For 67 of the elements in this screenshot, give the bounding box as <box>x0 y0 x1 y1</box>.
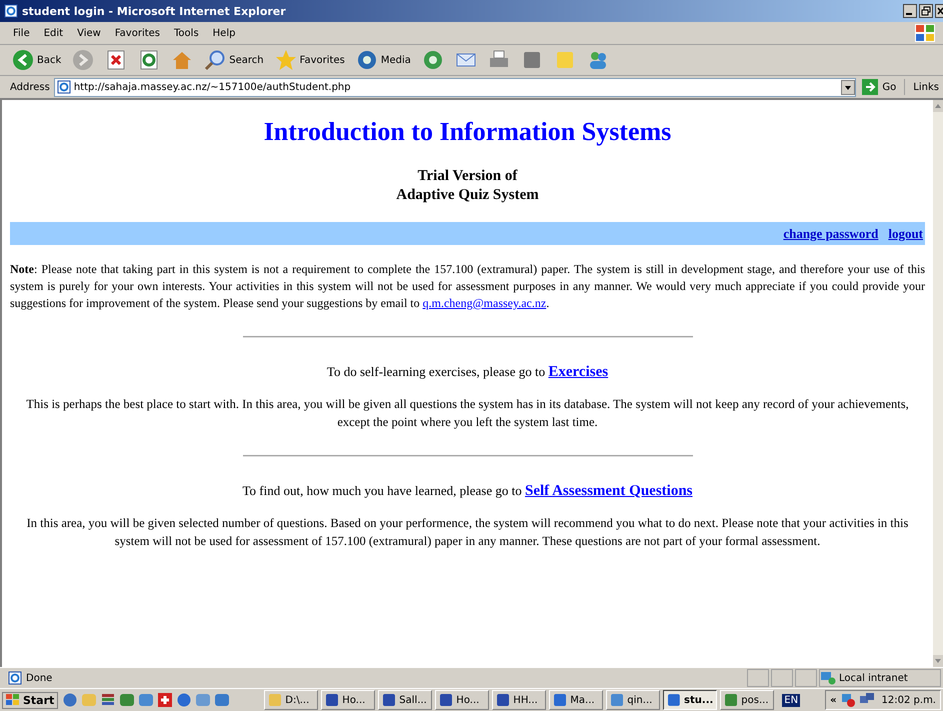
go-button[interactable]: Go <box>860 79 906 95</box>
search-button[interactable]: Search <box>200 48 268 72</box>
app-icon[interactable] <box>214 692 230 708</box>
windows-logo-icon <box>6 694 20 706</box>
close-button[interactable] <box>935 4 943 18</box>
taskbar-button[interactable]: D:\... <box>264 690 318 710</box>
network-icon[interactable] <box>840 692 856 708</box>
menu-item[interactable]: Edit <box>36 28 70 38</box>
menu-item[interactable]: Tools <box>167 28 206 38</box>
restore-button[interactable] <box>919 4 933 18</box>
section-link[interactable]: Exercises <box>548 364 608 380</box>
nav-link[interactable]: logout <box>888 226 923 242</box>
section-link[interactable]: Self Assessment Questions <box>524 483 692 499</box>
dropdown-button[interactable] <box>841 80 856 94</box>
subtitle: Adaptive Quiz System <box>395 186 540 205</box>
taskbar-button[interactable]: Sall... <box>378 690 432 710</box>
expand-tray-button[interactable]: « <box>830 694 837 706</box>
scroll-down-button[interactable] <box>933 655 943 667</box>
taskbar-button[interactable]: Ho... <box>435 690 490 710</box>
prompt-text: To do self-learning exercises, please go to <box>326 364 546 379</box>
home-icon <box>171 49 194 71</box>
scrollbar[interactable] <box>933 100 943 667</box>
address-label: Address <box>10 82 50 92</box>
nav-link[interactable]: change password <box>783 226 878 242</box>
menu-item[interactable]: File <box>6 28 37 38</box>
links-button[interactable]: Links <box>909 82 939 92</box>
menu-item[interactable]: View <box>70 28 108 38</box>
taskbar-button[interactable]: HH... <box>492 690 546 710</box>
start-button[interactable]: Start <box>2 692 58 708</box>
prompt-text: To find out, how much you have learned, please go to <box>242 483 522 498</box>
windows-logo-icon <box>915 24 935 42</box>
status-panel <box>771 669 793 687</box>
note-paragraph: Note: Please note that taking part in this system is not a requirement to complete the 157.100 (extramural) paper. The system is still in development stage, and therefore your use of this system is purely for your own interests. Your activities in this system will not be used for assessment purposes in any manner. We would very much appreciate if you could provide your suggestions for improvement of the system. Please send your suggestions by email to q.m.cheng@massey.ac.nz. <box>10 261 925 312</box>
zone-text: Local intranet <box>839 672 908 684</box>
network-icon <box>820 671 836 685</box>
arrow-icon <box>862 79 878 95</box>
menu-item[interactable]: Favorites <box>108 28 168 38</box>
status-text: Done <box>26 672 52 684</box>
status-panel <box>747 669 769 687</box>
media-button[interactable]: Media <box>352 48 415 72</box>
star-icon <box>274 49 297 71</box>
address-field[interactable]: http://sahaja.massey.ac.nz/~157100e/authStudent.php <box>54 78 856 96</box>
books-icon[interactable] <box>100 692 116 708</box>
window-title: student login - Microsoft Internet Explorer <box>22 4 287 18</box>
page-icon <box>56 80 71 94</box>
page-icon <box>8 671 22 685</box>
section-description: This is perhaps the best place to start with. In this area, you will be given all questions the system has in its database. The system will not keep any record of your achievements, except the point where you left the system last time. <box>25 396 910 431</box>
taskbar-button[interactable]: pos... <box>720 690 774 710</box>
taskbar-button[interactable]: stu... <box>663 690 718 710</box>
section-description: In this area, you will be given selected number of questions. Based on your performence, the system will recommend you what to do next. Please note that your activities in this system will not be used for assessment of 157.100 (extramural) paper in any manner. These questions are not part of your formal assessment. <box>26 515 910 550</box>
clock: 12:02 p.m. <box>882 694 936 706</box>
minimize-button[interactable] <box>903 4 917 18</box>
subtitle: Trial Version of <box>416 167 518 186</box>
status-panel <box>795 669 817 687</box>
stop-icon <box>105 49 128 71</box>
search-icon <box>204 49 226 71</box>
scroll-up-button[interactable] <box>933 100 943 112</box>
menu-item[interactable]: Help <box>206 28 242 38</box>
taskbar-button[interactable]: Ma... <box>549 690 604 710</box>
taskbar-button[interactable]: Ho... <box>321 690 376 710</box>
taskbar-button[interactable]: qin... <box>606 690 660 710</box>
cross-icon[interactable] <box>157 692 174 708</box>
favorites-button[interactable]: Favorites <box>270 48 349 72</box>
language-indicator[interactable]: EN <box>782 694 800 706</box>
page-title: Introduction to Information Systems <box>262 117 672 147</box>
email-link[interactable]: q.m.cheng@massey.ac.nz <box>422 296 546 310</box>
back-button[interactable]: Back <box>8 48 66 72</box>
